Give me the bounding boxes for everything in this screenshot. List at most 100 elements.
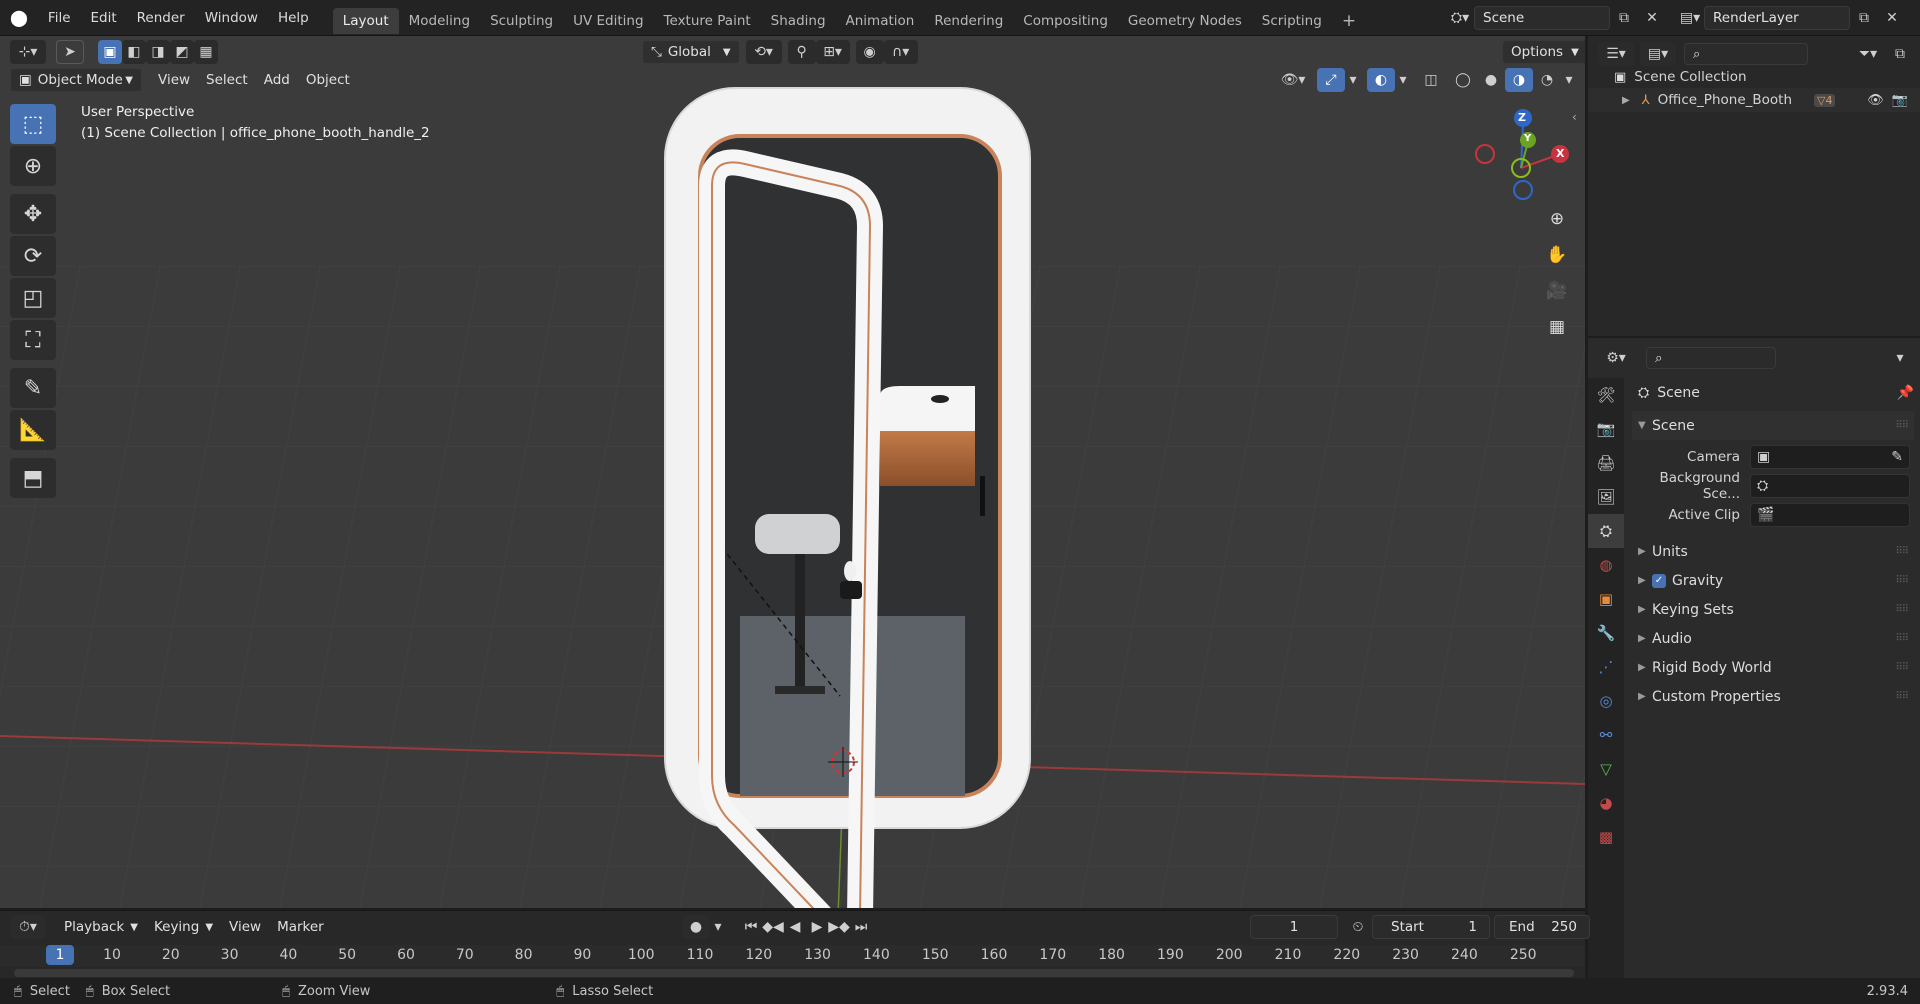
custom-properties-section[interactable]: ▶ Custom Properties ⠿⠿ xyxy=(1632,682,1914,711)
render-tab-icon[interactable]: 📷 xyxy=(1588,412,1624,446)
tab-rendering[interactable]: Rendering xyxy=(924,8,1013,34)
object-mode-dropdown[interactable]: ▣ Object Mode ▼ xyxy=(10,68,142,92)
viewport-menu-add[interactable]: Add xyxy=(256,68,298,92)
collapsed-arrow-icon[interactable]: ▶ xyxy=(1638,546,1652,557)
collapsed-arrow-icon[interactable]: ▶ xyxy=(1638,633,1652,644)
properties-search-input[interactable]: ⌕ xyxy=(1646,347,1776,369)
outliner-search-input[interactable]: ⌕ xyxy=(1684,43,1808,65)
add-workspace-button[interactable]: + xyxy=(1332,8,1366,34)
tab-geometry-nodes[interactable]: Geometry Nodes xyxy=(1118,8,1252,34)
tab-sculpting[interactable]: Sculpting xyxy=(480,8,563,34)
units-section[interactable]: ▶ Units ⠿⠿ xyxy=(1632,537,1914,566)
tab-layout[interactable]: Layout xyxy=(332,8,399,34)
output-tab-icon[interactable]: 🖨 xyxy=(1588,446,1624,480)
tab-compositing[interactable]: Compositing xyxy=(1013,8,1118,34)
particles-tab-icon[interactable]: ⋰ xyxy=(1588,650,1624,684)
scene-section-header[interactable]: Scene xyxy=(1652,418,1695,434)
editor-type-icon[interactable]: ⊹▾ xyxy=(10,40,46,64)
camera-view-icon[interactable]: 🎥 xyxy=(1540,274,1574,308)
viewport-menu-view[interactable]: View xyxy=(150,68,198,92)
display-mode-icon[interactable]: ▤▾ xyxy=(1640,42,1676,66)
tab-uv-editing[interactable]: UV Editing xyxy=(563,8,653,34)
shading-solid-icon[interactable]: ● xyxy=(1477,68,1505,92)
eyedropper-icon[interactable]: ✎ xyxy=(1891,449,1903,465)
cursor-tool-icon[interactable]: ⊕ xyxy=(10,146,56,186)
material-tab-icon[interactable]: ◕ xyxy=(1588,786,1624,820)
transform-tool-icon[interactable]: ⛶ xyxy=(10,320,56,360)
new-collection-icon[interactable]: ⧉ xyxy=(1886,42,1914,66)
drag-handle-icon[interactable]: ⠿⠿ xyxy=(1895,662,1909,673)
drag-handle-icon[interactable]: ⠿⠿ xyxy=(1895,575,1909,586)
world-tab-icon[interactable]: ◍ xyxy=(1588,548,1624,582)
audio-section[interactable]: ▶ Audio ⠿⠿ xyxy=(1632,624,1914,653)
annotate-tool-icon[interactable]: ✎ xyxy=(10,368,56,408)
texture-tab-icon[interactable]: ▩ xyxy=(1588,820,1624,854)
outliner-root-label[interactable]: Scene Collection xyxy=(1634,69,1746,85)
select-extend-mode-icon[interactable]: ◧ xyxy=(122,40,146,64)
show-gizmo-icon[interactable]: ⤢ xyxy=(1317,68,1345,92)
outliner-editor-type-icon[interactable]: ☰▾ xyxy=(1598,42,1634,66)
drag-handle-icon[interactable]: ⠿⠿ xyxy=(1895,546,1909,557)
shading-dropdown-icon[interactable]: ▾ xyxy=(1561,68,1577,92)
tab-texture-paint[interactable]: Texture Paint xyxy=(654,8,761,34)
proportional-edit-icon[interactable]: ◉ xyxy=(855,40,884,64)
menu-window[interactable]: Window xyxy=(195,0,268,36)
sidebar-toggle-icon[interactable]: ‹ xyxy=(1572,110,1577,124)
expanded-arrow-icon[interactable]: ▼ xyxy=(1638,420,1652,431)
options-dropdown[interactable]: Options ▼ xyxy=(1502,40,1585,64)
view-layer-tab-icon[interactable]: 🖼 xyxy=(1588,480,1624,514)
new-scene-icon[interactable]: ⧉ xyxy=(1610,6,1638,30)
3d-viewport[interactable]: Z X Y ⊹▾ ➤ ▣ ◧ ◨ ◩ ▦ ⤡ Global ▼ ⟲▾ ⚲ ⊞▾ … xyxy=(0,36,1585,908)
collapsed-arrow-icon[interactable]: ▶ xyxy=(1638,604,1652,615)
viewport-menu-object[interactable]: Object xyxy=(298,68,358,92)
shading-material-icon[interactable]: ◑ xyxy=(1505,68,1533,92)
menu-help[interactable]: Help xyxy=(268,0,319,36)
drag-handle-icon[interactable]: ⠿⠿ xyxy=(1895,604,1909,615)
add-cube-tool-icon[interactable]: ⬒ xyxy=(10,458,56,498)
tool-tab-icon[interactable]: 🛠 xyxy=(1588,378,1624,412)
select-invert-mode-icon[interactable]: ◩ xyxy=(170,40,194,64)
drag-handle-icon[interactable]: ⠿⠿ xyxy=(1895,420,1909,431)
timeline-scrollbar[interactable] xyxy=(14,969,1574,977)
pin-icon[interactable]: 📌 xyxy=(1897,385,1914,401)
snap-target-icon[interactable]: ⊞▾ xyxy=(815,40,850,64)
scene-tab-icon[interactable]: ⛭ xyxy=(1588,514,1624,548)
transform-orientation-dropdown[interactable]: ⤡ Global ▼ xyxy=(642,40,740,64)
select-subtract-mode-icon[interactable]: ◨ xyxy=(146,40,170,64)
active-clip-field[interactable]: 🎬 xyxy=(1750,502,1910,527)
rigid-body-world-section[interactable]: ▶ Rigid Body World ⠿⠿ xyxy=(1632,653,1914,682)
scale-tool-icon[interactable]: ◰ xyxy=(10,278,56,318)
select-box-tool-icon[interactable]: ⬚ xyxy=(10,104,56,144)
collapsed-arrow-icon[interactable]: ▶ xyxy=(1638,662,1652,673)
blender-logo-icon[interactable]: ⬤ xyxy=(0,0,38,36)
delete-view-layer-icon[interactable]: ✕ xyxy=(1878,6,1906,30)
select-new-mode-icon[interactable]: ▣ xyxy=(98,40,122,64)
select-intersect-mode-icon[interactable]: ▦ xyxy=(194,40,218,64)
tab-animation[interactable]: Animation xyxy=(836,8,925,34)
xray-toggle-icon[interactable]: ◫ xyxy=(1417,68,1445,92)
pan-hand-icon[interactable]: ✋ xyxy=(1540,238,1574,272)
tab-scripting[interactable]: Scripting xyxy=(1252,8,1332,34)
snap-toggle-icon[interactable]: ⚲ xyxy=(787,40,816,64)
delete-scene-icon[interactable]: ✕ xyxy=(1638,6,1666,30)
eye-visibility-icon[interactable]: 👁 xyxy=(1867,93,1884,108)
modifier-tab-icon[interactable]: 🔧 xyxy=(1588,616,1624,650)
camera-field[interactable]: ▣ ✎ xyxy=(1750,444,1910,469)
rotate-tool-icon[interactable]: ⟳ xyxy=(10,236,56,276)
phone-booth-model[interactable] xyxy=(664,87,1031,908)
background-scene-field[interactable]: ⛭ xyxy=(1750,473,1910,498)
visibility-eye-icon[interactable]: 👁▾ xyxy=(1275,68,1311,92)
gizmo-dropdown-icon[interactable]: ▾ xyxy=(1345,68,1361,92)
collapsed-arrow-icon[interactable]: ▶ xyxy=(1638,575,1652,586)
keying-sets-section[interactable]: ▶ Keying Sets ⠿⠿ xyxy=(1632,595,1914,624)
data-tab-icon[interactable]: ▽ xyxy=(1588,752,1624,786)
drag-handle-icon[interactable]: ⠿⠿ xyxy=(1895,633,1909,644)
viewport-menu-select[interactable]: Select xyxy=(198,68,256,92)
move-tool-icon[interactable]: ✥ xyxy=(10,194,56,234)
constraints-tab-icon[interactable]: ⚯ xyxy=(1588,718,1624,752)
gravity-section[interactable]: ▶ ✓ Gravity ⠿⠿ xyxy=(1632,566,1914,595)
menu-edit[interactable]: Edit xyxy=(81,0,127,36)
view-layer-selector-icon[interactable]: ▤▾ xyxy=(1676,6,1704,30)
expand-arrow-icon[interactable]: ▶ xyxy=(1622,95,1630,106)
render-layer-field[interactable]: RenderLayer xyxy=(1704,6,1850,30)
